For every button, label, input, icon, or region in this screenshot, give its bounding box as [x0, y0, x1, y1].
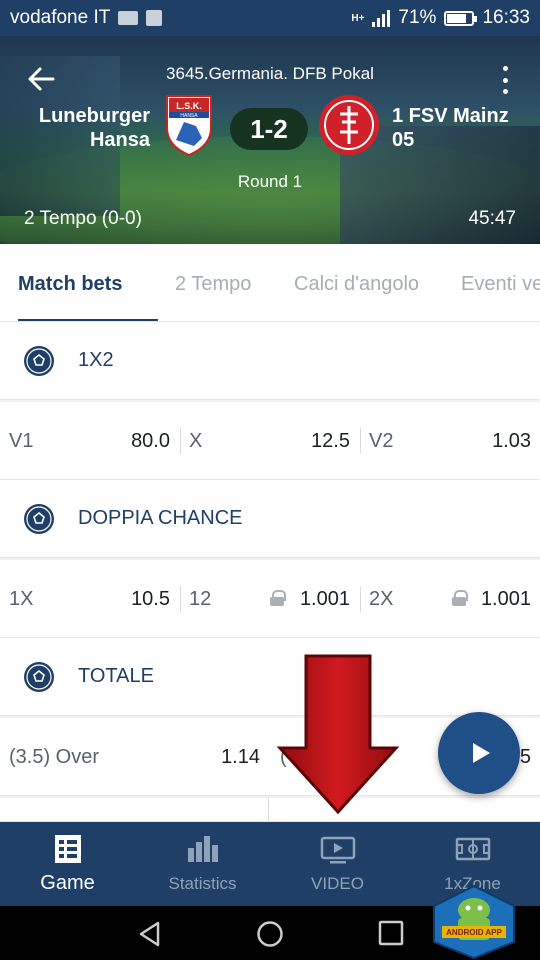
market-header-totale[interactable]: TOTALE: [0, 638, 540, 716]
tab-2-tempo[interactable]: 2 Tempo: [175, 244, 251, 321]
clock-time: 16:33: [482, 7, 530, 28]
battery-percent: 71%: [398, 7, 437, 28]
image-icon: [146, 10, 163, 26]
system-back-icon[interactable]: [136, 920, 164, 948]
odds-value[interactable]: 12.5: [280, 402, 350, 480]
odds-label[interactable]: 1X: [9, 560, 33, 638]
league-name: 3645.Germania. DFB Pokal: [166, 64, 374, 83]
away-team-line1: 1 FSV Mainz: [392, 105, 509, 127]
market-tabs: Match bets 2 Tempo Calci d'angolo Eventi…: [0, 244, 540, 322]
match-header: 3645.Germania. DFB Pokal Luneburger Hans…: [0, 36, 540, 244]
nav-label: VIDEO: [311, 874, 364, 893]
odds-label[interactable]: (3.5) Over: [9, 718, 99, 796]
match-clock: 45:47: [468, 208, 516, 229]
market-title: 1X2: [78, 349, 114, 371]
field-icon: [455, 837, 490, 861]
play-video-button[interactable]: [438, 712, 520, 794]
game-icon: [54, 835, 81, 863]
tab-eventi[interactable]: Eventi ve: [461, 244, 540, 321]
away-team-crest: [319, 95, 379, 155]
red-down-arrow-overlay: [276, 654, 400, 815]
match-score: 1-2: [230, 108, 308, 150]
network-type-label: H+: [351, 12, 365, 24]
football-icon: [24, 661, 54, 692]
market-title: DOPPIA CHANCE: [78, 507, 243, 529]
football-icon: [24, 345, 54, 376]
home-team-line2: Hansa: [89, 129, 150, 151]
market-header-1x2[interactable]: 1X2: [0, 322, 540, 400]
odds-label[interactable]: X: [189, 402, 202, 480]
nav-label: Statistics: [168, 874, 237, 893]
nav-game[interactable]: Game: [0, 822, 135, 906]
odds-value[interactable]: 80.0: [100, 402, 170, 480]
more-options-button[interactable]: [500, 66, 510, 94]
odds-label[interactable]: V2: [369, 402, 393, 480]
home-crest-label: HANSA: [180, 113, 198, 119]
odds-label[interactable]: 2X: [369, 560, 393, 638]
match-period: 2 Tempo (0-0): [24, 208, 142, 229]
odds-label[interactable]: 12: [189, 560, 211, 638]
odds-row: V1 80.0 X 12.5 V2 1.03: [0, 402, 540, 480]
carrier-name: vodafone IT: [10, 7, 111, 28]
tab-match-bets[interactable]: Match bets: [18, 244, 158, 321]
nav-video[interactable]: VIDEO: [270, 822, 405, 906]
nav-statistics[interactable]: Statistics: [135, 822, 270, 906]
market-header-doppia-chance[interactable]: DOPPIA CHANCE: [0, 480, 540, 558]
divider: [268, 798, 269, 822]
status-bar: vodafone IT H+ 71% 16:33: [0, 0, 540, 36]
odds-value[interactable]: 1.14: [190, 718, 260, 796]
home-team-crest: L.S.K. HANSA: [166, 95, 212, 156]
watermark-text: ANDROID APP: [446, 928, 502, 937]
system-recents-icon[interactable]: [378, 920, 404, 946]
odds-value[interactable]: 1.03: [460, 402, 531, 480]
odds-row: 1X 10.5 12 1.001 2X 1.001: [0, 560, 540, 638]
system-home-icon[interactable]: [256, 920, 284, 948]
divider: [180, 428, 181, 454]
video-icon: [320, 836, 355, 864]
battery-icon: [444, 10, 478, 26]
signal-icon: [372, 9, 391, 27]
divider: [180, 586, 181, 612]
away-team-line2: 05: [392, 129, 415, 151]
away-team-name: 1 FSV Mainz 05: [392, 104, 532, 152]
divider: [360, 428, 361, 454]
nav-label: Game: [40, 872, 95, 894]
message-icon: [118, 11, 139, 25]
home-team-line1: Luneburger: [38, 105, 150, 127]
odds-value[interactable]: 1.001: [280, 560, 350, 638]
match-round: Round 1: [237, 172, 303, 191]
home-team-name: Luneburger Hansa: [20, 104, 150, 152]
football-icon: [24, 503, 54, 534]
tab-calci-d-angolo[interactable]: Calci d'angolo: [294, 244, 419, 321]
market-title: TOTALE: [78, 665, 154, 687]
odds-value[interactable]: 10.5: [100, 560, 170, 638]
statistics-icon: [187, 836, 218, 862]
odds-value[interactable]: 1.001: [460, 560, 531, 638]
android-app-watermark: ANDROID APP: [433, 884, 515, 960]
odds-label[interactable]: V1: [9, 402, 33, 480]
home-crest-initials: L.S.K.: [176, 101, 202, 111]
odds-row-partial: [0, 798, 540, 822]
divider: [360, 586, 361, 612]
